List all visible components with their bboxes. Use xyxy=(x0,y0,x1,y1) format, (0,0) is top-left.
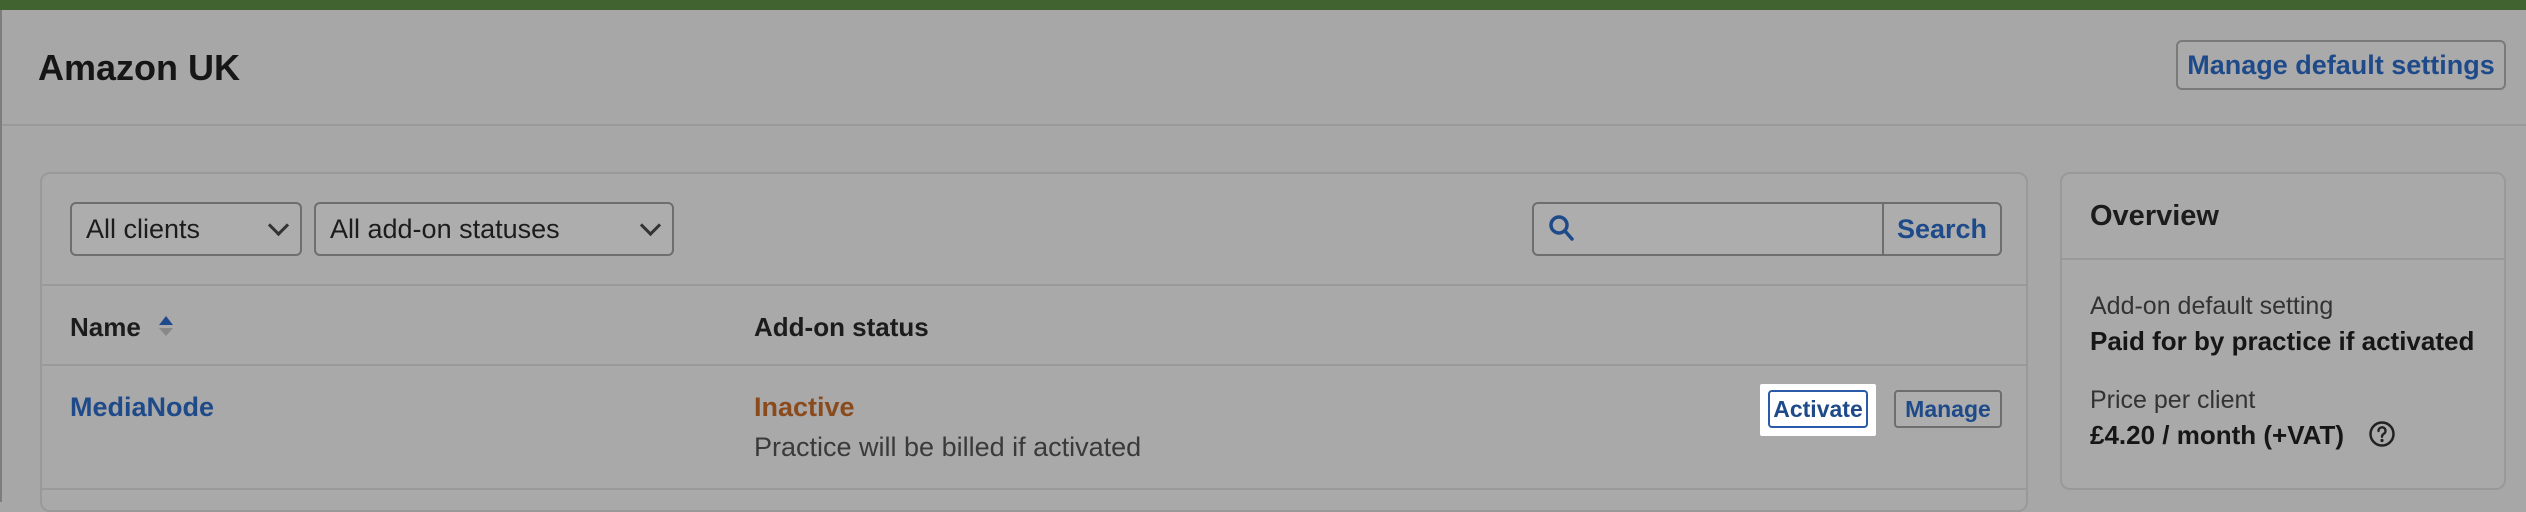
activate-button[interactable]: Activate xyxy=(1768,390,1868,428)
search-icon xyxy=(1549,215,1574,241)
manage-default-settings-button[interactable]: Manage default settings xyxy=(2176,40,2506,90)
page-header xyxy=(2,10,2526,124)
status-filter-value: All add-on statuses xyxy=(330,213,560,244)
column-header-name[interactable]: Name xyxy=(70,312,141,342)
overview-divider xyxy=(2062,258,2504,260)
chevron-down-icon xyxy=(267,214,290,237)
price-label: Price per client xyxy=(2090,386,2256,414)
status-badge: Inactive xyxy=(754,392,855,422)
search-input[interactable] xyxy=(1532,202,1884,256)
top-bar xyxy=(0,0,2526,10)
overview-card: Overview Add-on default setting Paid for… xyxy=(2060,172,2506,490)
overview-title: Overview xyxy=(2090,200,2219,232)
table-row-divider xyxy=(42,488,2026,490)
page-title: Amazon UK xyxy=(38,47,241,88)
default-setting-label: Add-on default setting xyxy=(2090,292,2334,320)
client-filter-select[interactable]: All clients xyxy=(70,202,302,256)
client-filter-value: All clients xyxy=(86,213,201,244)
price-value: £4.20 / month (+VAT) xyxy=(2090,420,2345,450)
clients-card: All clients All add-on statuses Search N… xyxy=(40,172,2028,512)
table-header-bottom-divider xyxy=(42,364,2026,366)
chevron-down-icon xyxy=(639,214,662,237)
status-filter-select[interactable]: All add-on statuses xyxy=(314,202,674,256)
search-button[interactable]: Search xyxy=(1882,202,2002,256)
client-name-link[interactable]: MediaNode xyxy=(70,392,214,423)
column-header-addon-status: Add-on status xyxy=(754,312,929,342)
help-icon[interactable] xyxy=(2368,420,2396,448)
status-note: Practice will be billed if activated xyxy=(754,432,1142,462)
table-header-top-divider xyxy=(42,284,2026,286)
sort-icon[interactable] xyxy=(157,312,175,340)
manage-button[interactable]: Manage xyxy=(1894,390,2002,428)
header-divider xyxy=(2,124,2526,126)
default-setting-value: Paid for by practice if activated xyxy=(2090,326,2475,356)
